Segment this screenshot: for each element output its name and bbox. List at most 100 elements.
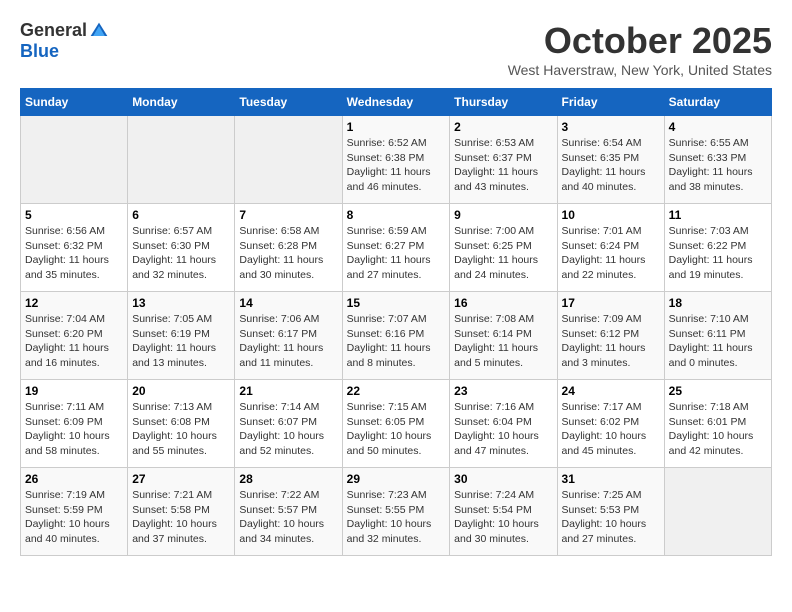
day-number: 31	[562, 472, 660, 486]
day-number: 3	[562, 120, 660, 134]
calendar-cell: 28Sunrise: 7:22 AMSunset: 5:57 PMDayligh…	[235, 468, 342, 556]
day-number: 14	[239, 296, 337, 310]
day-info: Sunrise: 7:11 AMSunset: 6:09 PMDaylight:…	[25, 400, 123, 459]
calendar-cell: 29Sunrise: 7:23 AMSunset: 5:55 PMDayligh…	[342, 468, 450, 556]
calendar-cell: 8 Sunrise: 6:59 AMSunset: 6:27 PMDaylight…	[342, 204, 450, 292]
day-info: Sunrise: 7:07 AMSunset: 6:16 PMDaylight:…	[347, 312, 446, 371]
weekday-header: Tuesday	[235, 89, 342, 116]
calendar-cell: 17 Sunrise: 7:09 AMSunset: 6:12 PMDayligh…	[557, 292, 664, 380]
calendar-week-row: 26Sunrise: 7:19 AMSunset: 5:59 PMDayligh…	[21, 468, 772, 556]
day-number: 7	[239, 208, 337, 222]
calendar-cell: 12 Sunrise: 7:04 AMSunset: 6:20 PMDayligh…	[21, 292, 128, 380]
calendar-cell: 25Sunrise: 7:18 AMSunset: 6:01 PMDayligh…	[664, 380, 771, 468]
logo-blue-text: Blue	[20, 41, 59, 62]
location: West Haverstraw, New York, United States	[508, 62, 772, 78]
calendar-week-row: 19 Sunrise: 7:11 AMSunset: 6:09 PMDayligh…	[21, 380, 772, 468]
calendar-cell: 23Sunrise: 7:16 AMSunset: 6:04 PMDayligh…	[450, 380, 557, 468]
day-number: 1	[347, 120, 446, 134]
calendar: SundayMondayTuesdayWednesdayThursdayFrid…	[20, 88, 772, 556]
day-number: 19	[25, 384, 123, 398]
day-number: 10	[562, 208, 660, 222]
calendar-cell: 30 Sunrise: 7:24 AMSunset: 5:54 PMDayligh…	[450, 468, 557, 556]
weekday-header: Wednesday	[342, 89, 450, 116]
calendar-cell	[235, 116, 342, 204]
calendar-header: SundayMondayTuesdayWednesdayThursdayFrid…	[21, 89, 772, 116]
calendar-cell: 3Sunrise: 6:54 AMSunset: 6:35 PMDaylight…	[557, 116, 664, 204]
calendar-week-row: 12 Sunrise: 7:04 AMSunset: 6:20 PMDayligh…	[21, 292, 772, 380]
day-number: 24	[562, 384, 660, 398]
day-number: 17	[562, 296, 660, 310]
day-number: 21	[239, 384, 337, 398]
day-info: Sunrise: 7:25 AMSunset: 5:53 PMDaylight:…	[562, 488, 660, 547]
weekday-header: Sunday	[21, 89, 128, 116]
calendar-cell: 18 Sunrise: 7:10 AMSunset: 6:11 PMDayligh…	[664, 292, 771, 380]
month-title: October 2025	[508, 20, 772, 62]
calendar-cell: 22 Sunrise: 7:15 AMSunset: 6:05 PMDayligh…	[342, 380, 450, 468]
day-number: 22	[347, 384, 446, 398]
day-number: 11	[669, 208, 767, 222]
day-info: Sunrise: 7:04 AMSunset: 6:20 PMDaylight:…	[25, 312, 123, 371]
calendar-cell: 4 Sunrise: 6:55 AMSunset: 6:33 PMDaylight…	[664, 116, 771, 204]
weekday-header: Saturday	[664, 89, 771, 116]
weekday-header-row: SundayMondayTuesdayWednesdayThursdayFrid…	[21, 89, 772, 116]
logo-icon	[89, 21, 109, 41]
header: General Blue October 2025 West Haverstra…	[20, 20, 772, 78]
day-info: Sunrise: 6:53 AMSunset: 6:37 PMDaylight:…	[454, 136, 552, 195]
title-area: October 2025 West Haverstraw, New York, …	[508, 20, 772, 78]
calendar-cell: 31 Sunrise: 7:25 AMSunset: 5:53 PMDayligh…	[557, 468, 664, 556]
weekday-header: Monday	[128, 89, 235, 116]
calendar-cell: 1 Sunrise: 6:52 AMSunset: 6:38 PMDaylight…	[342, 116, 450, 204]
calendar-cell: 24 Sunrise: 7:17 AMSunset: 6:02 PMDayligh…	[557, 380, 664, 468]
day-number: 4	[669, 120, 767, 134]
day-info: Sunrise: 6:55 AMSunset: 6:33 PMDaylight:…	[669, 136, 767, 195]
calendar-cell: 9Sunrise: 7:00 AMSunset: 6:25 PMDaylight…	[450, 204, 557, 292]
day-info: Sunrise: 7:14 AMSunset: 6:07 PMDaylight:…	[239, 400, 337, 459]
day-info: Sunrise: 7:24 AMSunset: 5:54 PMDaylight:…	[454, 488, 552, 547]
calendar-cell: 2 Sunrise: 6:53 AMSunset: 6:37 PMDaylight…	[450, 116, 557, 204]
day-info: Sunrise: 6:52 AMSunset: 6:38 PMDaylight:…	[347, 136, 446, 195]
calendar-cell: 16Sunrise: 7:08 AMSunset: 6:14 PMDayligh…	[450, 292, 557, 380]
calendar-cell: 15Sunrise: 7:07 AMSunset: 6:16 PMDayligh…	[342, 292, 450, 380]
day-info: Sunrise: 6:58 AMSunset: 6:28 PMDaylight:…	[239, 224, 337, 283]
day-info: Sunrise: 7:05 AMSunset: 6:19 PMDaylight:…	[132, 312, 230, 371]
calendar-cell	[128, 116, 235, 204]
day-info: Sunrise: 7:18 AMSunset: 6:01 PMDaylight:…	[669, 400, 767, 459]
day-info: Sunrise: 6:56 AMSunset: 6:32 PMDaylight:…	[25, 224, 123, 283]
calendar-cell: 11Sunrise: 7:03 AMSunset: 6:22 PMDayligh…	[664, 204, 771, 292]
calendar-cell: 13 Sunrise: 7:05 AMSunset: 6:19 PMDayligh…	[128, 292, 235, 380]
day-info: Sunrise: 7:01 AMSunset: 6:24 PMDaylight:…	[562, 224, 660, 283]
calendar-cell	[21, 116, 128, 204]
calendar-cell: 14 Sunrise: 7:06 AMSunset: 6:17 PMDayligh…	[235, 292, 342, 380]
day-info: Sunrise: 7:22 AMSunset: 5:57 PMDaylight:…	[239, 488, 337, 547]
day-info: Sunrise: 7:06 AMSunset: 6:17 PMDaylight:…	[239, 312, 337, 371]
day-info: Sunrise: 7:15 AMSunset: 6:05 PMDaylight:…	[347, 400, 446, 459]
logo: General Blue	[20, 20, 109, 62]
day-info: Sunrise: 6:59 AMSunset: 6:27 PMDaylight:…	[347, 224, 446, 283]
calendar-cell: 21 Sunrise: 7:14 AMSunset: 6:07 PMDayligh…	[235, 380, 342, 468]
calendar-cell: 26Sunrise: 7:19 AMSunset: 5:59 PMDayligh…	[21, 468, 128, 556]
day-info: Sunrise: 7:17 AMSunset: 6:02 PMDaylight:…	[562, 400, 660, 459]
day-info: Sunrise: 7:21 AMSunset: 5:58 PMDaylight:…	[132, 488, 230, 547]
day-info: Sunrise: 7:10 AMSunset: 6:11 PMDaylight:…	[669, 312, 767, 371]
calendar-week-row: 1 Sunrise: 6:52 AMSunset: 6:38 PMDaylight…	[21, 116, 772, 204]
day-number: 13	[132, 296, 230, 310]
logo-general-text: General	[20, 20, 87, 41]
day-info: Sunrise: 7:00 AMSunset: 6:25 PMDaylight:…	[454, 224, 552, 283]
day-info: Sunrise: 7:09 AMSunset: 6:12 PMDaylight:…	[562, 312, 660, 371]
day-number: 27	[132, 472, 230, 486]
day-number: 5	[25, 208, 123, 222]
day-number: 8	[347, 208, 446, 222]
calendar-cell: 27 Sunrise: 7:21 AMSunset: 5:58 PMDayligh…	[128, 468, 235, 556]
calendar-cell: 10 Sunrise: 7:01 AMSunset: 6:24 PMDayligh…	[557, 204, 664, 292]
day-number: 30	[454, 472, 552, 486]
day-number: 2	[454, 120, 552, 134]
day-number: 29	[347, 472, 446, 486]
day-number: 18	[669, 296, 767, 310]
calendar-cell: 19 Sunrise: 7:11 AMSunset: 6:09 PMDayligh…	[21, 380, 128, 468]
calendar-body: 1 Sunrise: 6:52 AMSunset: 6:38 PMDaylight…	[21, 116, 772, 556]
calendar-cell: 6Sunrise: 6:57 AMSunset: 6:30 PMDaylight…	[128, 204, 235, 292]
calendar-cell: 7 Sunrise: 6:58 AMSunset: 6:28 PMDaylight…	[235, 204, 342, 292]
calendar-cell: 5 Sunrise: 6:56 AMSunset: 6:32 PMDaylight…	[21, 204, 128, 292]
day-info: Sunrise: 7:08 AMSunset: 6:14 PMDaylight:…	[454, 312, 552, 371]
day-number: 12	[25, 296, 123, 310]
